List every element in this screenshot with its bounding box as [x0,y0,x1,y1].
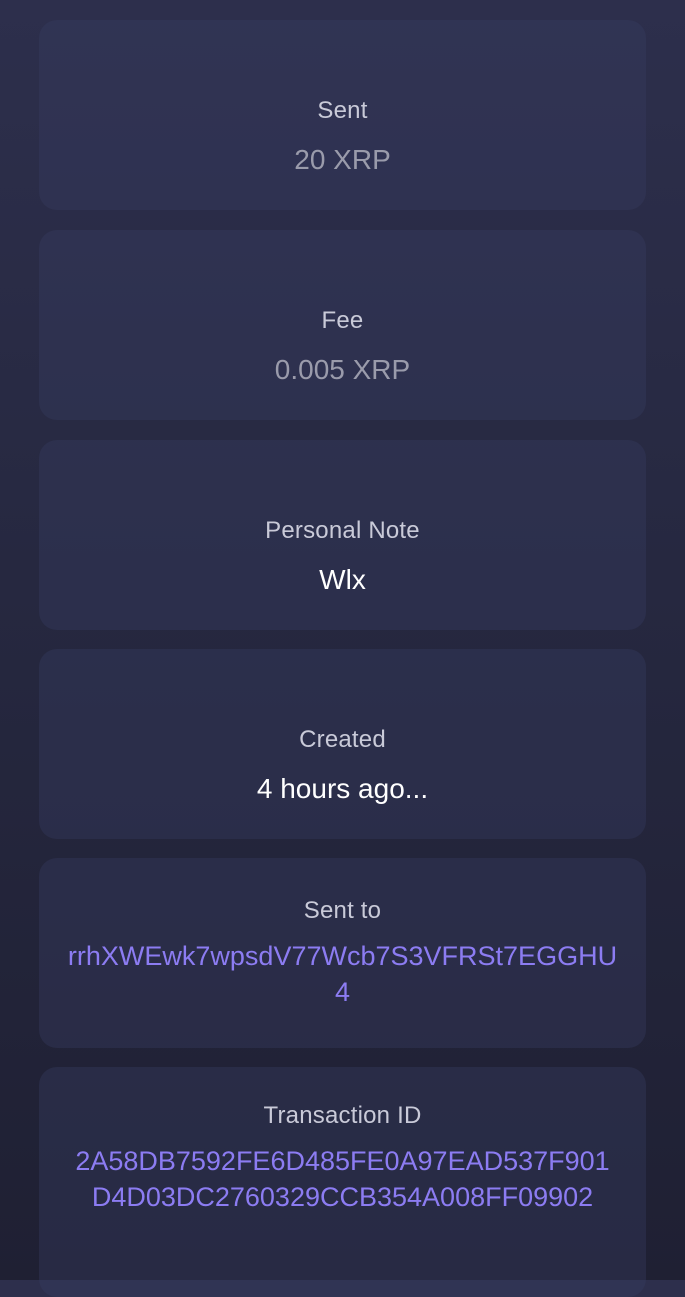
transaction-id-label: Transaction ID [263,1102,422,1129]
personal-note-value: Wlx [319,564,366,595]
sent-to-label: Sent to [303,897,382,924]
created-card: Created 4 hours ago... [39,649,646,839]
created-value: 4 hours ago... [256,773,429,804]
sent-amount-value: 20 XRP [294,144,391,175]
created-label: Created [299,726,386,753]
sent-amount-card: Sent 20 XRP [39,20,646,210]
personal-note-card: Personal Note Wlx [39,440,646,630]
recipient-address-link[interactable]: rrhXWEwk7wpsdV77Wcb7S3VFRSt7EGGHU4 [39,938,646,1010]
fee-card: Fee 0.005 XRP [39,230,646,420]
sent-to-card: Sent to rrhXWEwk7wpsdV77Wcb7S3VFRSt7EGGH… [39,858,646,1048]
personal-note-label: Personal Note [265,517,420,544]
fee-value: 0.005 XRP [274,354,411,385]
fee-label: Fee [321,307,364,334]
transaction-id-link[interactable]: 2A58DB7592FE6D485FE0A97EAD537F901D4D03DC… [39,1143,646,1215]
sent-label: Sent [317,97,368,124]
transaction-id-card: Transaction ID 2A58DB7592FE6D485FE0A97EA… [39,1067,646,1297]
